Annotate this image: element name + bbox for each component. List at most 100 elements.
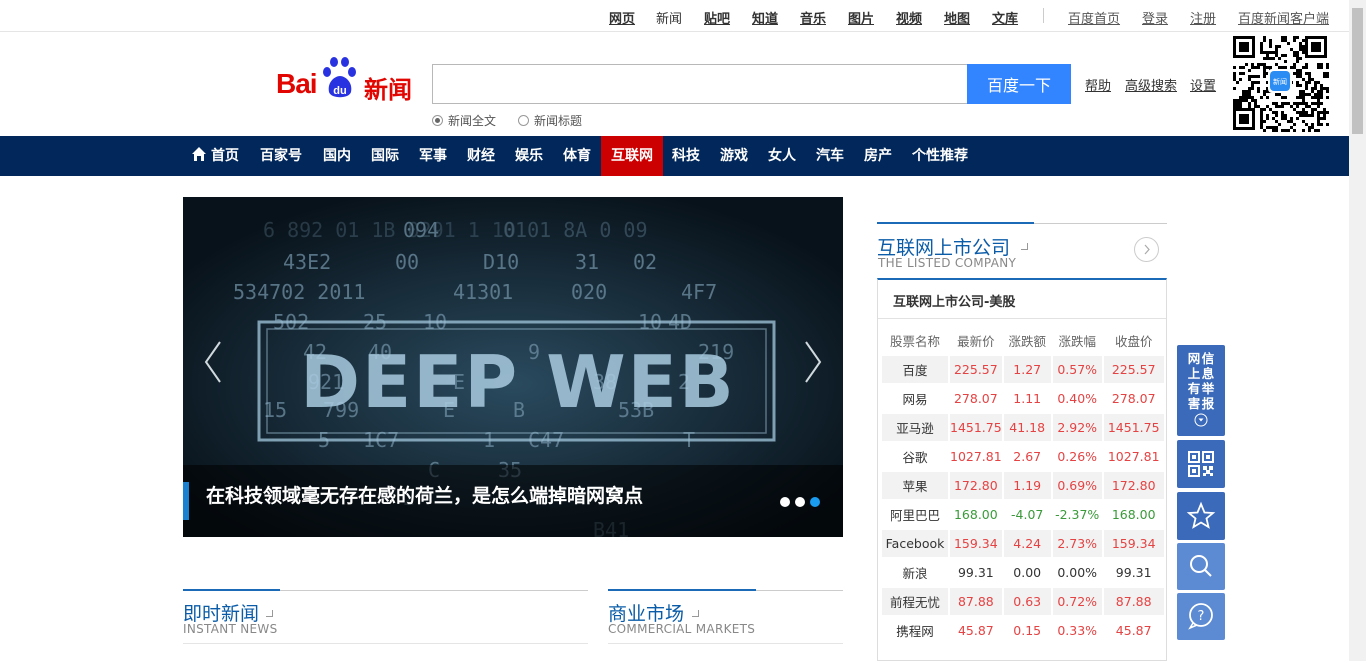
stock-row[interactable]: 百度 225.57 1.27 0.57% 225.57 [882,356,1164,383]
svg-text:D10: D10 [483,250,519,274]
stock-change-cell: 2.67 [1013,449,1042,464]
nav-games[interactable]: 游戏 [714,136,754,176]
slide-dot-2[interactable] [795,497,805,507]
stock-row[interactable]: 网易 278.07 1.11 0.40% 278.07 [882,385,1164,412]
topnav-link-video[interactable]: 视频 [896,8,922,27]
stock-row[interactable]: 新浪 99.31 0.00 0.00% 99.31 [882,559,1164,586]
stock-row[interactable]: Facebook 159.34 4.24 2.73% 159.34 [882,530,1164,557]
slide-dot-1[interactable] [780,497,790,507]
topnav-link-news[interactable]: 新闻 [656,8,682,27]
listed-section-subtitle: THE LISTED COMPANY [878,256,1017,270]
nav-women[interactable]: 女人 [762,136,802,176]
nav-international[interactable]: 国际 [365,136,405,176]
stock-pct-cell: 0.00% [1057,565,1098,580]
baidu-news-logo[interactable]: Bai du 新闻 [276,54,416,104]
nav-house[interactable]: 房产 [858,136,898,176]
stock-name-cell[interactable]: 网易 [882,385,948,412]
help-link[interactable]: 帮助 [1085,75,1111,94]
svg-text:31: 31 [575,250,599,274]
stock-pct-cell: 2.92% [1052,414,1102,441]
advanced-search-link[interactable]: 高级搜索 [1125,75,1177,94]
stock-row[interactable]: 携程网 45.87 0.15 0.33% 45.87 [882,617,1164,644]
settings-link[interactable]: 设置 [1190,75,1216,94]
scrollbar-thumb[interactable] [1352,8,1363,134]
stock-name-cell[interactable]: 新浪 [882,559,948,586]
stock-close-cell: 168.00 [1111,507,1156,522]
stock-price-cell: 278.07 [953,391,998,406]
stock-close-cell: 1451.75 [1103,414,1164,441]
stock-name-cell[interactable]: 苹果 [882,472,948,499]
topnav-link-music[interactable]: 音乐 [800,8,826,27]
register-link[interactable]: 注册 [1190,8,1216,27]
stock-price-cell: 99.31 [957,565,994,580]
stock-pct-cell: 0.26% [1057,449,1098,464]
login-link[interactable]: 登录 [1142,8,1168,27]
topnav-link-map[interactable]: 地图 [944,8,970,27]
nav-auto[interactable]: 汽车 [810,136,850,176]
slide-caption[interactable]: 在科技领域毫无存在感的荷兰，是怎么端掉暗网窝点 [206,481,643,508]
slide-next-arrow-icon[interactable] [798,337,828,387]
stock-row[interactable]: 前程无忧 87.88 0.63 0.72% 87.88 [882,588,1164,615]
col-header-name: 股票名称 [889,334,940,349]
nav-tech[interactable]: 科技 [666,136,706,176]
topnav-link-tieba[interactable]: 贴吧 [704,8,730,27]
radio-fulltext-circle[interactable] [432,115,443,126]
svg-text:41301: 41301 [453,280,513,304]
qr-code: 新闻 [1231,34,1329,132]
news-client-link[interactable]: 百度新闻客户端 [1238,8,1329,27]
qr-float-button[interactable] [1177,440,1225,488]
stock-row[interactable]: 苹果 172.80 1.19 0.69% 172.80 [882,472,1164,499]
page-scrollbar[interactable] [1349,0,1366,661]
topnav-link-image[interactable]: 图片 [848,8,874,27]
listed-next-button[interactable] [1134,237,1159,262]
nav-internet[interactable]: 互联网 [601,136,663,176]
stock-table-header: 股票名称 最新价 涨跌额 涨跌幅 收盘价 [882,327,1164,354]
stock-price-cell: 172.80 [950,472,1002,499]
stock-name-cell[interactable]: 携程网 [882,617,948,644]
nav-military[interactable]: 军事 [413,136,453,176]
radio-title-circle[interactable] [518,115,529,126]
search-float-button[interactable] [1177,543,1225,590]
stock-name-cell[interactable]: 亚马逊 [882,414,948,441]
stock-row[interactable]: 亚马逊 1451.75 41.18 2.92% 1451.75 [882,414,1164,441]
feedback-float-button[interactable]: ? [1177,593,1225,640]
qrcode-icon [1188,451,1214,477]
stock-close-cell: 159.34 [1103,530,1164,557]
slide-prev-arrow-icon[interactable] [198,337,228,387]
stock-price-cell: 45.87 [957,623,994,638]
stock-row[interactable]: 谷歌 1027.81 2.67 0.26% 1027.81 [882,443,1164,470]
baidu-paw-icon: du [323,57,356,98]
topnav-link-wenku[interactable]: 文库 [992,8,1018,27]
stock-row[interactable]: 阿里巴巴 168.00 -4.07 -2.37% 168.00 [882,501,1164,528]
report-button-label: 网上有害信息举报 [1187,351,1215,411]
search-input[interactable] [432,64,968,104]
topnav-link-zhidao[interactable]: 知道 [752,8,778,27]
radio-fulltext[interactable]: 新闻全文 [432,112,496,129]
headline-slideshow[interactable]: 6 892 01 1B 0291 1 10 094 0101 8A 0 09 4… [183,197,843,537]
report-harmful-info-button[interactable]: 网上有害信息举报 [1177,345,1225,436]
stock-pct-cell: 2.73% [1052,530,1102,557]
nav-home[interactable]: 首页 [183,136,247,176]
slide-dot-3[interactable] [810,497,820,507]
nav-entertainment[interactable]: 娱乐 [509,136,549,176]
baidu-home-link[interactable]: 百度首页 [1068,8,1120,27]
radio-title[interactable]: 新闻标题 [518,112,582,129]
stock-name-cell[interactable]: 阿里巴巴 [882,501,948,528]
stock-name-cell[interactable]: 前程无忧 [882,588,948,615]
stock-pct-cell: 0.72% [1052,588,1102,615]
stock-name-cell[interactable]: Facebook [882,530,948,557]
search-button[interactable]: 百度一下 [967,64,1071,104]
stock-name-cell[interactable]: 百度 [882,356,948,383]
slide-caption-accent [183,482,189,520]
stock-change-cell: 1.19 [1003,472,1051,499]
nav-domestic[interactable]: 国内 [317,136,357,176]
stock-name-cell[interactable]: 谷歌 [882,443,948,470]
nav-finance[interactable]: 财经 [461,136,501,176]
topnav-link-web[interactable]: 网页 [609,8,635,27]
nav-personalized[interactable]: 个性推荐 [906,136,974,176]
nav-sports[interactable]: 体育 [557,136,597,176]
svg-text:?: ? [1198,609,1205,624]
favorite-float-button[interactable] [1177,492,1225,540]
stock-pct-cell: 0.40% [1057,391,1098,406]
nav-baijiahao[interactable]: 百家号 [253,136,309,176]
